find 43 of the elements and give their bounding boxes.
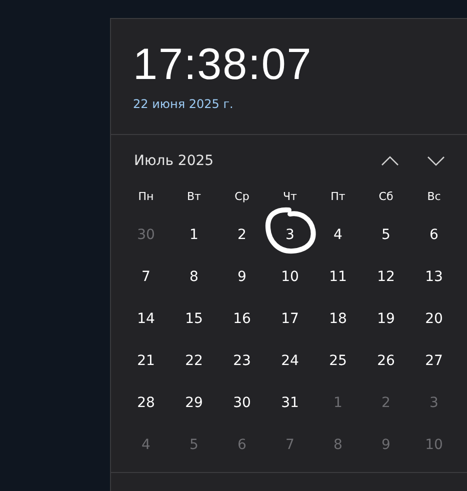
weekday-label: Ср (234, 190, 250, 203)
calendar-day[interactable]: 12 (377, 269, 395, 285)
calendar-day[interactable]: 30 (233, 395, 251, 411)
month-title[interactable]: Июль 2025 (134, 153, 361, 169)
calendar-day[interactable]: 31 (281, 395, 299, 411)
calendar-day[interactable]: 9 (238, 269, 246, 285)
calendar-day[interactable]: 21 (137, 353, 155, 369)
weekday-label: Пн (138, 190, 154, 203)
chevron-down-icon (427, 156, 445, 166)
calendar-day[interactable]: 16 (233, 311, 251, 327)
calendar-day[interactable]: 4 (334, 227, 342, 243)
calendar-day[interactable]: 1 (190, 227, 198, 243)
calendar-day[interactable]: 28 (137, 395, 155, 411)
calendar-day[interactable]: 25 (329, 353, 347, 369)
weekday-label: Чт (283, 190, 297, 203)
calendar-day[interactable]: 7 (142, 269, 150, 285)
calendar-day[interactable]: 17 (281, 311, 299, 327)
calendar-day[interactable]: 6 (430, 227, 438, 243)
calendar-day[interactable]: 3 (286, 227, 294, 243)
calendar-day[interactable]: 23 (233, 353, 251, 369)
weekday-label: Вс (427, 190, 441, 203)
calendar-day[interactable]: 8 (190, 269, 198, 285)
calendar-day[interactable]: 5 (382, 227, 390, 243)
calendar-day[interactable]: 26 (377, 353, 395, 369)
calendar-day[interactable]: 22 (185, 353, 203, 369)
calendar-day[interactable]: 14 (137, 311, 155, 327)
chevron-up-icon (381, 156, 399, 166)
weekday-label: Пт (330, 190, 346, 203)
weekday-label: Вт (187, 190, 201, 203)
calendar-day[interactable]: 24 (281, 353, 299, 369)
calendar-day[interactable]: 27 (425, 353, 443, 369)
calendar-day[interactable]: 29 (185, 395, 203, 411)
clock-time: 17:38:07 (133, 39, 314, 91)
calendar-day[interactable]: 15 (185, 311, 203, 327)
clock-date[interactable]: 22 июня 2025 г. (133, 97, 467, 111)
calendar-day[interactable]: 18 (329, 311, 347, 327)
calendar-day[interactable]: 20 (425, 311, 443, 327)
calendar-day[interactable]: 11 (329, 269, 347, 285)
calendar-day[interactable]: 13 (425, 269, 443, 285)
calendar-day[interactable]: 19 (377, 311, 395, 327)
calendar-day[interactable]: 10 (281, 269, 299, 285)
calendar-day[interactable]: 2 (238, 227, 246, 243)
weekday-label: Сб (378, 190, 394, 203)
